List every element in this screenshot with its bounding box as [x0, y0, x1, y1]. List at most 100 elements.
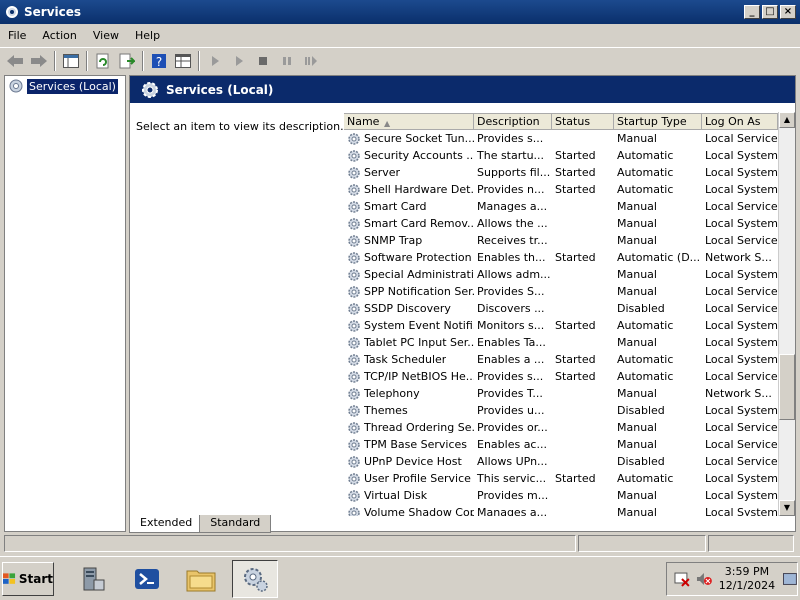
service-description: Provides T... — [477, 387, 543, 400]
scroll-thumb[interactable] — [779, 354, 795, 420]
service-row[interactable]: SNMP Trap Receives tr... Manual Local Servi… — [344, 232, 794, 249]
taskbar-powershell[interactable] — [124, 560, 170, 598]
vertical-scrollbar[interactable]: ▲ ▼ — [778, 112, 795, 516]
scroll-down-button[interactable]: ▼ — [779, 500, 795, 516]
service-row[interactable]: Special Administrati... Allows adm... Manu… — [344, 266, 794, 283]
service-startup-type: Automatic — [617, 370, 674, 383]
column-header-startup-type[interactable]: Startup Type — [614, 114, 702, 129]
service-name-cell: Secure Socket Tun... — [344, 132, 474, 146]
service-log-on-as: Local System — [705, 268, 778, 281]
export-list-button[interactable] — [116, 50, 138, 72]
service-gear-icon — [348, 319, 360, 332]
service-row[interactable]: Volume Shadow Copy Manages a... Manual Loca… — [344, 504, 794, 516]
service-log-on-as: Local Service — [705, 455, 778, 468]
service-log-on-as: Local System — [705, 149, 778, 162]
service-startup-type: Automatic — [617, 319, 674, 332]
service-gear-icon — [348, 251, 360, 264]
service-gear-icon — [348, 404, 360, 417]
title-bar[interactable]: Services _ □ × — [0, 0, 800, 24]
tab-standard[interactable]: Standard — [199, 515, 272, 533]
service-description: The startu... — [477, 149, 545, 162]
show-desktop-icon[interactable] — [783, 573, 798, 585]
pause-service-button[interactable] — [276, 50, 298, 72]
service-name-cell: SNMP Trap — [344, 234, 474, 248]
service-row[interactable]: Smart Card Remov... Allows the ... Manual L… — [344, 215, 794, 232]
service-row[interactable]: SPP Notification Ser... Provides S... Manu… — [344, 283, 794, 300]
resume-service-button[interactable] — [228, 50, 250, 72]
back-button[interactable] — [4, 50, 26, 72]
volume-muted-icon[interactable] — [695, 571, 713, 587]
close-button[interactable]: × — [780, 5, 796, 19]
tab-extended[interactable]: Extended — [129, 515, 204, 533]
menu-help[interactable]: Help — [127, 29, 168, 42]
scroll-up-button[interactable]: ▲ — [779, 112, 795, 128]
service-log-on-as: Local System — [705, 336, 778, 349]
description-text: Select an item to view its description. — [136, 120, 344, 133]
console-tree: Services (Local) — [4, 75, 126, 532]
properties-button[interactable] — [172, 50, 194, 72]
service-row[interactable]: TPM Base Services Enables ac... Manual Loca… — [344, 436, 794, 453]
service-row[interactable]: User Profile Service This servic... Starte… — [344, 470, 794, 487]
clock-date: 12/1/2024 — [718, 579, 776, 592]
menu-file[interactable]: File — [0, 29, 34, 42]
service-row[interactable]: Security Accounts ... The startu... Starte… — [344, 147, 794, 164]
service-row[interactable]: Shell Hardware Det... Provides n... Starte… — [344, 181, 794, 198]
start-button[interactable]: Start — [2, 561, 54, 596]
service-row[interactable]: Software Protection Enables th... Started A… — [344, 249, 794, 266]
service-row[interactable]: Thread Ordering Se... Provides or... Manua… — [344, 419, 794, 436]
taskbar-server-manager[interactable] — [70, 560, 116, 598]
service-row[interactable]: TCP/IP NetBIOS He... Provides s... Started… — [344, 368, 794, 385]
service-gear-icon — [348, 438, 360, 451]
service-log-on-as: Local System — [705, 183, 778, 196]
column-header-name[interactable]: Name ▲ — [344, 114, 474, 129]
menu-action[interactable]: Action — [34, 29, 84, 42]
service-row[interactable]: Server Supports fil... Started Automatic Loc… — [344, 164, 794, 181]
tree-item-services-local[interactable]: Services (Local) — [5, 76, 125, 96]
service-description: Provides s... — [477, 370, 544, 383]
restart-service-button[interactable] — [300, 50, 322, 72]
service-row[interactable]: SSDP Discovery Discovers ... Disabled Local… — [344, 300, 794, 317]
menu-view[interactable]: View — [85, 29, 127, 42]
service-startup-type: Manual — [617, 285, 657, 298]
minimize-button[interactable]: _ — [744, 5, 760, 19]
service-startup-type: Manual — [617, 336, 657, 349]
column-header-log-on-as[interactable]: Log On As — [702, 114, 778, 129]
service-row[interactable]: Telephony Provides T... Manual Network S... — [344, 385, 794, 402]
show-hide-console-tree-button[interactable] — [60, 50, 82, 72]
forward-button[interactable] — [28, 50, 50, 72]
refresh-button[interactable] — [92, 50, 114, 72]
start-service-button[interactable] — [204, 50, 226, 72]
service-row[interactable]: UPnP Device Host Allows UPn... Disabled Loc… — [344, 453, 794, 470]
service-row[interactable]: Secure Socket Tun... Provides s... Manual L… — [344, 130, 794, 147]
service-startup-type: Manual — [617, 200, 657, 213]
properties-icon — [175, 53, 191, 68]
system-clock[interactable]: 3:59 PM 12/1/2024 — [719, 565, 775, 593]
maximize-button[interactable]: □ — [762, 5, 778, 19]
stop-service-button[interactable] — [252, 50, 274, 72]
service-row[interactable]: Virtual Disk Provides m... Manual Local Sys… — [344, 487, 794, 504]
taskbar-windows-explorer[interactable] — [178, 560, 224, 598]
menu-bar: File Action View Help — [0, 24, 800, 46]
action-center-icon[interactable] — [673, 571, 691, 587]
service-startup-type: Manual — [617, 438, 657, 451]
service-gear-icon — [348, 387, 360, 400]
service-name: System Event Notifi... — [364, 319, 474, 332]
service-name: Server — [364, 166, 401, 179]
column-header-description[interactable]: Description — [474, 114, 552, 129]
service-gear-icon — [348, 166, 360, 179]
service-description: Manages a... — [477, 200, 548, 213]
service-row[interactable]: Themes Provides u... Disabled Local System — [344, 402, 794, 419]
service-row[interactable]: Smart Card Manages a... Manual Local Servic… — [344, 198, 794, 215]
service-startup-type: Manual — [617, 217, 657, 230]
service-startup-type: Manual — [617, 268, 657, 281]
services-list: Name ▲ Description Status Startup Type Lo… — [344, 113, 794, 516]
service-name: UPnP Device Host — [364, 455, 462, 468]
taskbar-services[interactable] — [232, 559, 278, 598]
service-row[interactable]: Tablet PC Input Ser... Enables Ta... Manua… — [344, 334, 794, 351]
service-row[interactable]: System Event Notifi... Monitors s... Start… — [344, 317, 794, 334]
column-header-status[interactable]: Status — [552, 114, 614, 129]
services-banner: Services (Local) — [130, 76, 795, 103]
service-row[interactable]: Task Scheduler Enables a ... Started Automa… — [344, 351, 794, 368]
service-name-cell: Smart Card Remov... — [344, 217, 474, 231]
help-button[interactable]: ? — [148, 50, 170, 72]
